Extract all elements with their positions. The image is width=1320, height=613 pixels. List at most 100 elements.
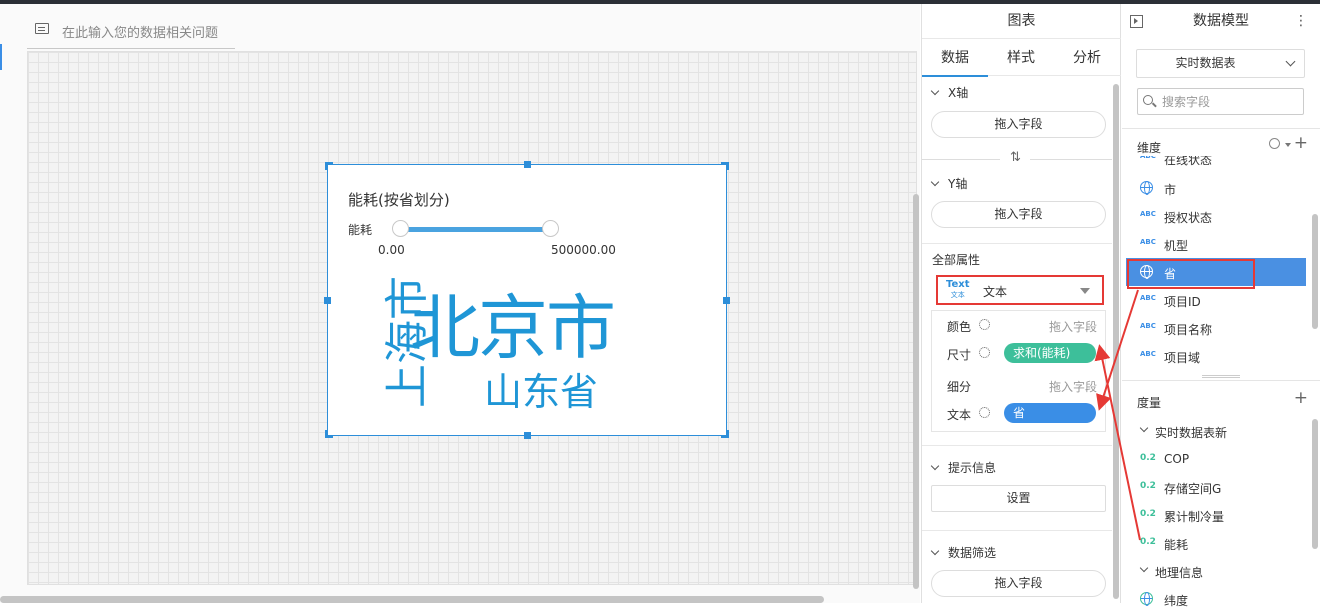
measures-header: 度量 + (1122, 388, 1320, 413)
divider (922, 530, 1112, 531)
dimension-item[interactable]: ABC 在线状态 (1122, 156, 1310, 172)
x-axis-section[interactable]: X轴 (930, 84, 968, 101)
chevron-down-icon (1139, 423, 1149, 433)
dimension-item[interactable]: ABC 项目名称 (1122, 314, 1310, 342)
widget-title: 能耗(按省划分) (348, 191, 450, 209)
measure-item[interactable]: 0.2 COP (1122, 445, 1310, 473)
measure-item[interactable]: 纬度 (1122, 585, 1310, 613)
y-axis-drop-zone[interactable]: 拖入字段 (931, 201, 1106, 228)
selection-annotation (1127, 259, 1255, 289)
prop-color[interactable]: 颜色 拖入字段 (932, 312, 1105, 338)
dimension-item[interactable]: 市 (1122, 174, 1310, 202)
measures-title: 度量 (1137, 396, 1162, 410)
resize-corner-top-left[interactable] (325, 162, 333, 170)
measures-scrollbar[interactable] (1312, 419, 1318, 549)
dimension-item[interactable]: ABC 授权状态 (1122, 202, 1310, 230)
chevron-down-icon (930, 86, 940, 96)
add-measure-icon[interactable]: + (1294, 388, 1308, 408)
query-bar[interactable]: 在此输入您的数据相关问题 (27, 12, 235, 49)
resize-handle-bottom[interactable] (524, 432, 531, 439)
caret-down-icon[interactable] (1285, 143, 1291, 147)
gear-icon[interactable] (979, 347, 990, 358)
prop-size[interactable]: 尺寸 求和(能耗) (932, 340, 1105, 366)
more-options-icon[interactable]: ⋮ (1294, 4, 1308, 39)
splitter-handle[interactable] (1202, 375, 1240, 378)
prop-breakdown[interactable]: 细分 拖入字段 (932, 372, 1105, 398)
resize-handle-left[interactable] (324, 297, 331, 304)
left-indicator (0, 44, 2, 70)
resize-handle-right[interactable] (723, 297, 730, 304)
filter-title: 数据筛选 (948, 546, 997, 560)
number-field-icon: 0.2 (1140, 537, 1156, 547)
divider (922, 243, 1112, 244)
tab-style[interactable]: 样式 (988, 40, 1054, 76)
text-field-icon: ABC (1140, 210, 1156, 218)
measure-group[interactable]: 实时数据表新 (1122, 417, 1310, 445)
globe-icon[interactable] (1269, 138, 1280, 149)
chart-panel-tabs: 数据 样式 分析 (922, 40, 1121, 77)
y-axis-section[interactable]: Y轴 (930, 175, 968, 192)
dataset-label: 实时数据表 (1175, 56, 1236, 70)
dimension-item[interactable]: ABC 项目ID (1122, 286, 1310, 314)
text-field-icon: ABC (1140, 322, 1156, 330)
number-field-icon: 0.2 (1140, 509, 1156, 519)
text-field-icon: ABC (1140, 294, 1156, 302)
resize-corner-top-right[interactable] (721, 162, 729, 170)
x-axis-drop-zone[interactable]: 拖入字段 (931, 111, 1106, 138)
word-cloud-word[interactable]: 山东省 (484, 373, 598, 411)
dimensions-title: 维度 (1137, 141, 1162, 155)
tooltip-section[interactable]: 提示信息 (930, 459, 996, 476)
divider (1122, 128, 1320, 129)
chevron-down-icon (930, 461, 940, 471)
text-field-pill[interactable]: 省 (1004, 403, 1096, 423)
gear-icon[interactable] (979, 319, 990, 330)
config-scrollbar[interactable] (1113, 84, 1119, 599)
swap-axes-icon[interactable]: ⇅ (1010, 150, 1021, 165)
range-slider-track[interactable] (406, 227, 552, 232)
text-field-icon: ABC (1140, 156, 1156, 160)
canvas-area: 在此输入您的数据相关问题 能耗(按省划分) 能耗 0.00 500000.00 … (0, 4, 920, 603)
prop-label: 尺寸 (947, 348, 972, 362)
all-properties-title: 全部属性 (932, 253, 981, 267)
y-axis-title: Y轴 (948, 177, 968, 191)
prop-label: 细分 (947, 380, 972, 394)
range-slider-min-handle[interactable] (392, 220, 409, 237)
resize-corner-bottom-right[interactable] (721, 430, 729, 438)
gear-icon[interactable] (979, 407, 990, 418)
divider (1030, 159, 1112, 160)
dimension-item[interactable]: ABC 项目域 (1122, 342, 1310, 370)
tab-analysis[interactable]: 分析 (1054, 40, 1120, 76)
measure-item[interactable]: 0.2 能耗 (1122, 529, 1310, 557)
word-cloud-word[interactable]: 北京市 (410, 293, 616, 363)
tooltip-settings-button[interactable]: 设置 (931, 485, 1106, 512)
dataset-select[interactable]: 实时数据表 (1136, 49, 1305, 78)
resize-corner-bottom-left[interactable] (325, 430, 333, 438)
add-dimension-icon[interactable]: + (1294, 133, 1308, 153)
globe-icon (1140, 181, 1153, 195)
filter-drop-zone[interactable]: 拖入字段 (931, 570, 1106, 597)
dimensions-scrollbar[interactable] (1312, 214, 1318, 329)
range-slider-max-handle[interactable] (542, 220, 559, 237)
chart-type-select[interactable]: Text 文本 文本 (936, 275, 1104, 305)
text-chart-icon: Text 文本 (946, 279, 970, 300)
measure-item[interactable]: 0.2 存储空间G (1122, 473, 1310, 501)
measure-item[interactable]: 0.2 累计制冷量 (1122, 501, 1310, 529)
canvas-vertical-scrollbar[interactable] (913, 194, 919, 589)
color-drop-zone[interactable]: 拖入字段 (1049, 318, 1097, 335)
dimension-item[interactable]: ABC 机型 (1122, 230, 1310, 258)
caret-down-icon (1080, 288, 1090, 294)
measure-group[interactable]: 地理信息 (1122, 557, 1310, 585)
breakdown-drop-zone[interactable]: 拖入字段 (1049, 378, 1097, 395)
divider (1122, 380, 1320, 381)
filter-section[interactable]: 数据筛选 (930, 544, 997, 561)
word-cloud-widget[interactable]: 能耗(按省划分) 能耗 0.00 500000.00 北京市 上海市 山东省 (324, 161, 730, 439)
resize-handle-top[interactable] (524, 161, 531, 168)
horizontal-scrollbar[interactable] (0, 596, 824, 603)
prop-text[interactable]: 文本 省 (932, 400, 1105, 426)
size-field-pill[interactable]: 求和(能耗) (1004, 343, 1096, 363)
chart-config-panel: 图表 数据 样式 分析 X轴 拖入字段 ⇅ Y轴 拖入字段 全部属性 Text 文… (921, 4, 1121, 603)
field-search-input[interactable] (1137, 88, 1304, 115)
word-cloud-word[interactable]: 上海市 (382, 272, 433, 412)
tab-data[interactable]: 数据 (922, 40, 988, 77)
query-input[interactable]: 在此输入您的数据相关问题 (62, 22, 218, 41)
